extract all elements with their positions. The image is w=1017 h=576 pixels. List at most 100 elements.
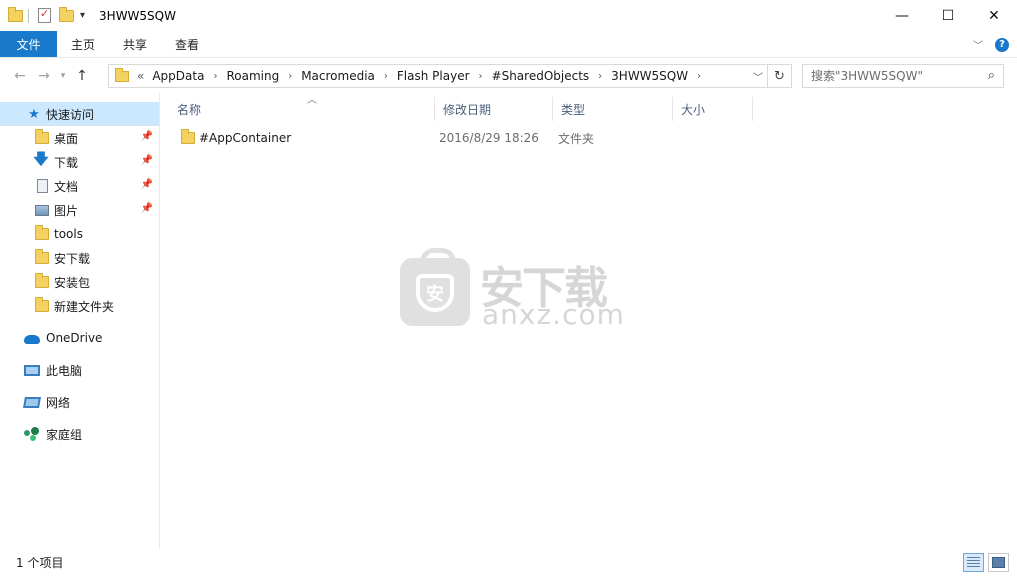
- details-view-button[interactable]: [963, 553, 984, 572]
- column-header-size[interactable]: 大小: [673, 97, 753, 121]
- search-input[interactable]: [811, 69, 971, 83]
- sidebar-item-install-packages[interactable]: 安装包: [0, 270, 159, 294]
- sidebar-item-onedrive[interactable]: OneDrive: [0, 326, 159, 350]
- sidebar-item-label: 此电脑: [46, 363, 83, 378]
- folder-icon[interactable]: [8, 6, 23, 22]
- sidebar-item-network[interactable]: 网络: [0, 390, 159, 414]
- sidebar-item-label: 网络: [46, 395, 71, 410]
- picture-icon: [34, 202, 50, 218]
- tab-view[interactable]: 查看: [161, 31, 213, 57]
- computer-icon: [24, 362, 40, 378]
- folder-icon: [34, 225, 50, 242]
- folder-icon: [181, 129, 195, 144]
- chevron-right-icon[interactable]: ›: [697, 71, 701, 82]
- column-header-type[interactable]: 类型: [553, 97, 673, 121]
- toolbar-separator: [28, 8, 29, 23]
- navigation-bar: ← → ▾ ↑ « AppData › Roaming › Macromedia…: [0, 58, 1017, 93]
- breadcrumb-overflow[interactable]: «: [137, 69, 144, 83]
- sidebar-item-label: 新建文件夹: [54, 299, 115, 314]
- address-bar[interactable]: « AppData › Roaming › Macromedia › Flash…: [108, 64, 768, 88]
- pin-icon[interactable]: 📌: [141, 179, 153, 190]
- file-name: #AppContainer: [199, 131, 292, 145]
- breadcrumb-sharedobjects[interactable]: #SharedObjects: [492, 69, 590, 83]
- sort-ascending-chevron-icon: ︿: [307, 95, 317, 106]
- properties-icon[interactable]: [38, 7, 51, 23]
- breadcrumb-flash-player[interactable]: Flash Player: [397, 69, 470, 83]
- chevron-right-icon[interactable]: ›: [384, 71, 388, 82]
- column-header-modified[interactable]: 修改日期: [435, 97, 553, 121]
- breadcrumb-appdata[interactable]: AppData: [152, 69, 204, 83]
- forward-arrow-icon[interactable]: →: [32, 64, 56, 88]
- title-bar: ▾ 3HWW5SQW — ☐ ✕: [0, 0, 1017, 31]
- refresh-button[interactable]: ↻: [768, 64, 792, 88]
- up-arrow-icon[interactable]: ↑: [70, 64, 94, 88]
- star-icon: ★: [28, 106, 40, 122]
- large-icons-view-button[interactable]: [988, 553, 1009, 572]
- search-icon[interactable]: ⌕: [988, 68, 995, 83]
- folder-icon: [34, 273, 50, 290]
- sidebar-item-new-folder[interactable]: 新建文件夹: [0, 294, 159, 318]
- item-count: 1 个项目: [16, 556, 64, 570]
- address-history-chevron-icon[interactable]: ﹀: [753, 69, 763, 84]
- new-folder-icon[interactable]: [59, 6, 74, 22]
- folder-icon: [34, 129, 50, 146]
- sidebar-item-pictures[interactable]: 图片 📌: [0, 198, 159, 222]
- watermark: 安 安下载 anxz.com: [400, 246, 640, 331]
- expand-ribbon-chevron-icon[interactable]: ﹀: [973, 37, 983, 52]
- back-arrow-icon[interactable]: ←: [8, 64, 32, 88]
- minimize-button[interactable]: —: [879, 0, 925, 31]
- sidebar-item-desktop[interactable]: 桌面 📌: [0, 126, 159, 150]
- sidebar-item-label: tools: [54, 227, 83, 241]
- recent-locations-chevron-icon[interactable]: ▾: [56, 64, 70, 88]
- sidebar-item-this-pc[interactable]: 此电脑: [0, 358, 159, 382]
- help-icon[interactable]: ?: [995, 37, 1009, 52]
- pin-icon[interactable]: 📌: [141, 155, 153, 166]
- sidebar-item-homegroup[interactable]: 家庭组: [0, 422, 159, 446]
- tab-file[interactable]: 文件: [0, 31, 57, 57]
- column-header-label: 类型: [561, 102, 586, 117]
- table-row[interactable]: #AppContainer 2016/8/29 18:26 文件夹: [169, 127, 629, 149]
- file-modified: 2016/8/29 18:26: [439, 131, 539, 145]
- window-controls: — ☐ ✕: [879, 0, 1017, 31]
- onedrive-cloud-icon: [24, 331, 40, 347]
- sidebar-item-label: 安下载: [54, 251, 91, 266]
- maximize-button[interactable]: ☐: [925, 0, 971, 31]
- folder-icon: [34, 249, 50, 266]
- sidebar-item-label: 安装包: [54, 275, 91, 290]
- sidebar-item-quick-access[interactable]: ★ 快速访问: [0, 102, 159, 126]
- column-header-label: 名称: [177, 102, 202, 117]
- breadcrumb-current[interactable]: 3HWW5SQW: [611, 69, 688, 83]
- sidebar-item-label: OneDrive: [46, 331, 103, 345]
- customize-toolbar-dropdown-icon[interactable]: ▾: [80, 10, 85, 21]
- chevron-right-icon[interactable]: ›: [288, 71, 292, 82]
- close-button[interactable]: ✕: [971, 0, 1017, 31]
- tab-share[interactable]: 共享: [109, 31, 161, 57]
- breadcrumb: « AppData › Roaming › Macromedia › Flash…: [137, 69, 710, 83]
- chevron-right-icon[interactable]: ›: [598, 71, 602, 82]
- sidebar-item-label: 文档: [54, 179, 79, 194]
- ribbon-right: ﹀ ?: [973, 31, 1009, 58]
- chevron-right-icon[interactable]: ›: [213, 71, 217, 82]
- navigation-pane: ★ 快速访问 桌面 📌 🡇 下载 📌 文档 📌 图片 📌 tools 安下载 安…: [0, 93, 160, 549]
- column-header-label: 大小: [681, 102, 706, 117]
- column-header-name[interactable]: 名称 ︿: [169, 95, 435, 121]
- large-icons-view-icon: [992, 557, 1005, 568]
- tab-home[interactable]: 主页: [57, 31, 109, 57]
- search-box[interactable]: ⌕: [802, 64, 1004, 88]
- watermark-text-en: anxz.com: [482, 298, 625, 331]
- sidebar-item-label: 家庭组: [46, 427, 83, 442]
- sidebar-item-downloads[interactable]: 🡇 下载 📌: [0, 150, 159, 174]
- sidebar-item-anxiazai[interactable]: 安下载: [0, 246, 159, 270]
- network-icon: [23, 394, 41, 410]
- sidebar-item-label: 桌面: [54, 131, 79, 146]
- breadcrumb-macromedia[interactable]: Macromedia: [301, 69, 375, 83]
- sidebar-item-tools[interactable]: tools: [0, 222, 159, 246]
- chevron-right-icon[interactable]: ›: [479, 71, 483, 82]
- pin-icon[interactable]: 📌: [141, 131, 153, 142]
- download-icon: 🡇: [33, 149, 49, 168]
- breadcrumb-roaming[interactable]: Roaming: [226, 69, 279, 83]
- sidebar-item-documents[interactable]: 文档 📌: [0, 174, 159, 198]
- pin-icon[interactable]: 📌: [141, 203, 153, 214]
- document-icon: [34, 178, 50, 194]
- folder-icon: [34, 297, 50, 314]
